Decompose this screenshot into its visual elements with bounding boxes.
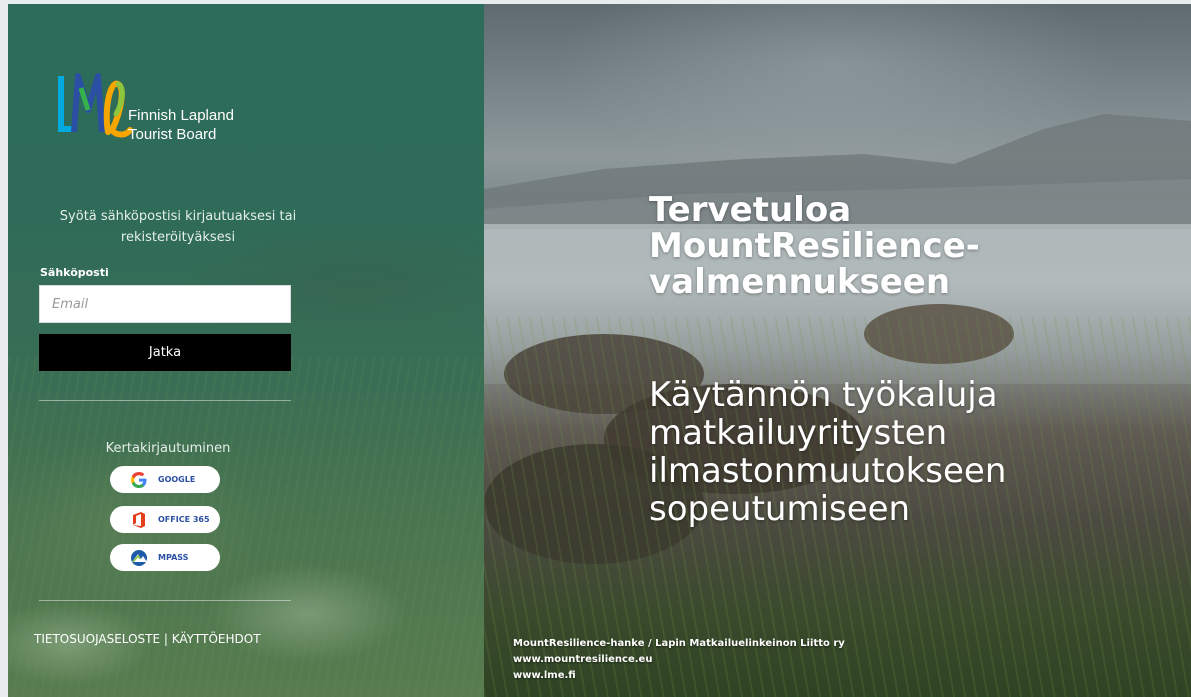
subtitle-line: ilmastonmuutokseen — [649, 451, 1007, 491]
divider — [39, 600, 291, 601]
credits-url-mountresilience: www.mountresilience.eu — [513, 654, 653, 665]
email-field[interactable] — [39, 285, 291, 323]
office-365-login-button[interactable]: OFFICE 365 — [110, 506, 220, 533]
email-label: Sähköposti — [40, 266, 109, 279]
brand-name: Finnish Lapland Tourist Board — [128, 106, 234, 144]
mpass-icon — [130, 549, 148, 567]
login-page: Finnish Lapland Tourist Board Syötä sähk… — [8, 4, 1191, 697]
hero-panel: Tervetuloa MountResilience- valmennuksee… — [484, 4, 1191, 697]
mpass-login-button[interactable]: MPASS — [110, 544, 220, 571]
welcome-line: Tervetuloa — [649, 190, 852, 230]
privacy-policy-link[interactable]: TIETOSUOJASELOSTE — [34, 632, 160, 646]
credits-project: MountResilience-hanke / Lapin Matkailuel… — [513, 638, 845, 649]
grass-background — [8, 357, 484, 697]
footer-separator: | — [163, 632, 168, 646]
office-365-label: OFFICE 365 — [158, 515, 210, 524]
divider — [39, 400, 291, 401]
brand-name-line2: Tourist Board — [128, 126, 217, 143]
sso-title: Kertakirjautuminen — [105, 441, 231, 456]
mpass-label: MPASS — [158, 553, 189, 562]
brand-name-line1: Finnish Lapland — [128, 107, 234, 124]
terms-link[interactable]: KÄYTTÖEHDOT — [172, 632, 261, 646]
hero-subtitle: Käytännön työkaluja matkailuyritysten il… — [649, 376, 1169, 528]
office-365-icon — [130, 511, 148, 529]
welcome-line: MountResilience- — [649, 226, 980, 266]
subtitle-line: sopeutumiseen — [649, 489, 911, 529]
google-login-button[interactable]: GOOGLE — [110, 466, 220, 493]
project-credits: MountResilience-hanke / Lapin Matkailuel… — [513, 636, 845, 684]
continue-button[interactable]: Jatka — [39, 334, 291, 371]
credits-url-lme: www.lme.fi — [513, 670, 576, 681]
login-intro-text: Syötä sähköpostisi kirjautuaksesi tai re… — [59, 209, 297, 245]
footer-links: TIETOSUOJASELOSTE | KÄYTTÖEHDOT — [34, 632, 261, 646]
welcome-line: valmennukseen — [649, 262, 951, 302]
login-panel: Finnish Lapland Tourist Board Syötä sähk… — [8, 4, 484, 697]
subtitle-line: matkailuyritysten — [649, 413, 948, 453]
subtitle-line: Käytännön työkaluja — [649, 375, 998, 415]
google-label: GOOGLE — [158, 475, 196, 484]
welcome-heading: Tervetuloa MountResilience- valmennuksee… — [649, 192, 1089, 300]
google-icon — [130, 471, 148, 489]
